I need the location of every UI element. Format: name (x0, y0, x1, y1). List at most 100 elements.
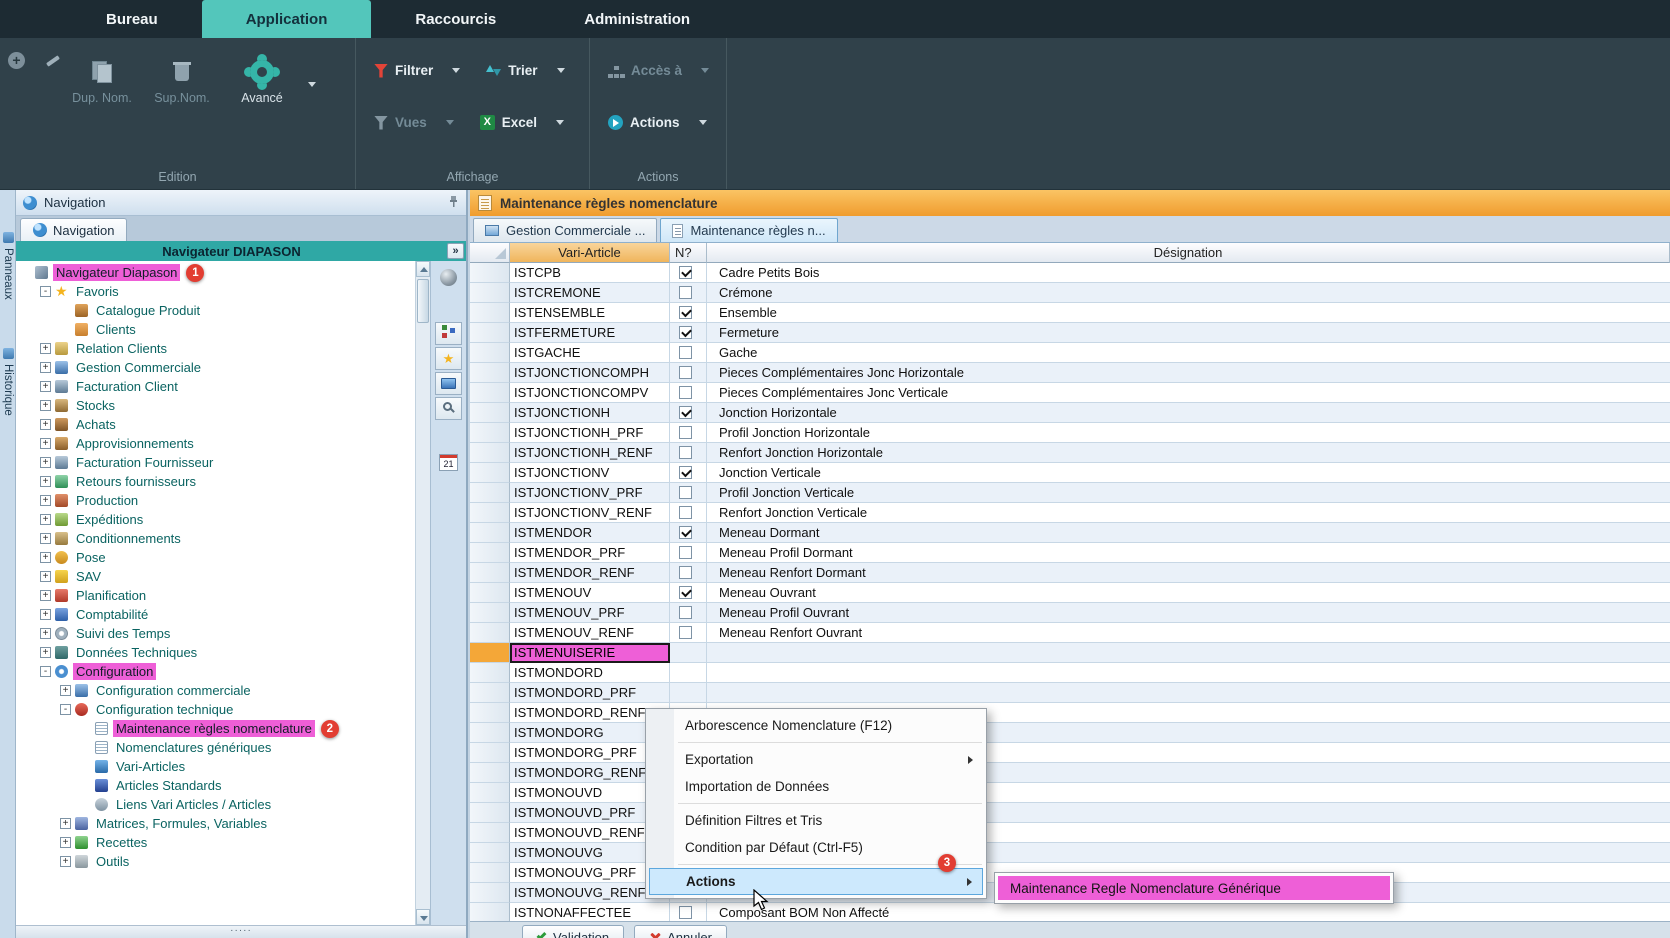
annuler-button[interactable]: Annuler (634, 925, 727, 938)
tree-item-retours-fournisseurs[interactable]: +Retours fournisseurs (16, 472, 415, 491)
tab-gestion-commerciale[interactable]: Gestion Commerciale ... (473, 218, 657, 242)
tree-item-configuration-technique[interactable]: -Configuration technique (16, 700, 415, 719)
table-row-istjonctionv-prf[interactable]: ISTJONCTIONV_PRFProfil Jonction Vertical… (470, 483, 1670, 503)
expander-plus-icon[interactable]: + (40, 400, 51, 411)
row-checkbox[interactable] (679, 406, 692, 419)
avance-button[interactable]: Avancé (226, 54, 298, 109)
menu-application[interactable]: Application (202, 0, 372, 38)
table-row-istjonctionh-renf[interactable]: ISTJONCTIONH_RENFRenfort Jonction Horizo… (470, 443, 1670, 463)
panel-splitter-handle[interactable] (16, 925, 466, 938)
excel-button[interactable]: X Excel (472, 108, 572, 137)
row-selector-cell[interactable] (470, 903, 510, 923)
acces-a-button[interactable]: Accès à (600, 56, 717, 85)
expander-plus-icon[interactable]: + (40, 590, 51, 601)
tree-item-vari-articles[interactable]: Vari-Articles (16, 757, 415, 776)
row-selector-cell[interactable] (470, 283, 510, 303)
row-selector-cell[interactable] (470, 603, 510, 623)
row-selector-cell[interactable] (470, 763, 510, 783)
expander-plus-icon[interactable]: + (40, 514, 51, 525)
scrollbar-thumb[interactable] (417, 279, 429, 323)
tab-navigation[interactable]: Navigation (20, 218, 127, 241)
row-selector-cell[interactable] (470, 783, 510, 803)
tree-item-sav[interactable]: +SAV (16, 567, 415, 586)
row-selector-cell[interactable] (470, 403, 510, 423)
row-selector-cell[interactable] (470, 583, 510, 603)
tree-item-achats[interactable]: +Achats (16, 415, 415, 434)
actions-button[interactable]: Actions (600, 108, 715, 137)
table-row-istjonctionv-renf[interactable]: ISTJONCTIONV_RENFRenfort Jonction Vertic… (470, 503, 1670, 523)
row-selector-cell[interactable] (470, 463, 510, 483)
row-selector-cell[interactable] (470, 683, 510, 703)
tree-item-configuration[interactable]: -Configuration (16, 662, 415, 681)
table-row-istmondord[interactable]: ISTMONDORD (470, 663, 1670, 683)
favorites-button[interactable]: ★ (435, 347, 462, 370)
dup-nom-button[interactable]: Dup. Nom. (66, 54, 138, 109)
row-checkbox[interactable] (679, 446, 692, 459)
tree-item-comptabilite[interactable]: +Comptabilité (16, 605, 415, 624)
calendar-button[interactable]: 21 (439, 454, 458, 471)
tree-item-recettes[interactable]: +Recettes (16, 833, 415, 852)
tree-item-maintenance-regles-nomenclature[interactable]: Maintenance règles nomenclature2 (16, 719, 415, 738)
scroll-down-icon[interactable] (416, 909, 430, 925)
trier-button[interactable]: Trier (478, 56, 572, 85)
row-selector-cell[interactable] (470, 383, 510, 403)
context-menu-item-arborescence-nomenclature-f12[interactable]: Arborescence Nomenclature (F12) (649, 712, 983, 739)
tree-item-configuration-commerciale[interactable]: +Configuration commerciale (16, 681, 415, 700)
row-checkbox[interactable] (679, 566, 692, 579)
tree-item-outils[interactable]: +Outils (16, 852, 415, 871)
row-selector-cell[interactable] (470, 343, 510, 363)
tree-item-favoris[interactable]: -Favoris (16, 282, 415, 301)
row-checkbox[interactable] (679, 286, 692, 299)
context-menu-item-importation-de-donnees[interactable]: Importation de Données (649, 773, 983, 800)
expander-plus-icon[interactable]: + (40, 343, 51, 354)
row-checkbox[interactable] (679, 546, 692, 559)
search-button[interactable] (435, 397, 462, 420)
validation-button[interactable]: Validation (522, 925, 624, 938)
row-selector-cell[interactable] (470, 863, 510, 883)
screens-button[interactable] (435, 372, 462, 395)
row-checkbox[interactable] (679, 386, 692, 399)
table-row-istjonctioncomph[interactable]: ISTJONCTIONCOMPHPieces Complémentaires J… (470, 363, 1670, 383)
row-selector-cell[interactable] (470, 263, 510, 283)
select-all-header[interactable] (470, 243, 510, 263)
tree-item-liens-vari-articles-articles[interactable]: Liens Vari Articles / Articles (16, 795, 415, 814)
tree-item-suivi-des-temps[interactable]: +Suivi des Temps (16, 624, 415, 643)
table-row-istmendor[interactable]: ISTMENDORMeneau Dormant (470, 523, 1670, 543)
add-icon[interactable]: + (8, 52, 25, 69)
tree-item-production[interactable]: +Production (16, 491, 415, 510)
tree-item-nomenclatures-generiques[interactable]: Nomenclatures génériques (16, 738, 415, 757)
row-selector-cell[interactable] (470, 883, 510, 903)
row-selector-cell[interactable] (470, 803, 510, 823)
tree-item-gestion-commerciale[interactable]: +Gestion Commerciale (16, 358, 415, 377)
table-row-istmenuiserie[interactable]: ISTMENUISERIE (470, 643, 1670, 663)
row-selector-cell[interactable] (470, 843, 510, 863)
row-checkbox[interactable] (679, 306, 692, 319)
row-selector-cell[interactable] (470, 743, 510, 763)
tree-item-clients[interactable]: Clients (16, 320, 415, 339)
scroll-up-icon[interactable] (416, 261, 430, 277)
row-checkbox[interactable] (679, 526, 692, 539)
row-checkbox[interactable] (679, 346, 692, 359)
tree-item-donnees-techniques[interactable]: +Données Techniques (16, 643, 415, 662)
dock-tab-historique[interactable]: Historique (0, 348, 16, 416)
row-checkbox[interactable] (679, 426, 692, 439)
row-checkbox[interactable] (679, 606, 692, 619)
table-row-istmenouv[interactable]: ISTMENOUVMeneau Ouvrant (470, 583, 1670, 603)
tree-item-catalogue-produit[interactable]: Catalogue Produit (16, 301, 415, 320)
table-row-istjonctionh[interactable]: ISTJONCTIONHJonction Horizontale (470, 403, 1670, 423)
row-checkbox[interactable] (679, 266, 692, 279)
row-selector-cell[interactable] (470, 823, 510, 843)
row-selector-cell[interactable] (470, 623, 510, 643)
menu-administration[interactable]: Administration (540, 0, 734, 38)
expander-plus-icon[interactable]: + (40, 571, 51, 582)
dock-tab-panneaux[interactable]: Panneaux (0, 232, 16, 300)
submenu-item-maintenance-regle[interactable]: Maintenance Regle Nomenclature Générique (998, 876, 1390, 900)
sup-nom-button[interactable]: Sup.Nom. (146, 54, 218, 109)
row-checkbox[interactable] (679, 586, 692, 599)
expander-plus-icon[interactable]: + (60, 837, 71, 848)
expander-plus-icon[interactable]: + (40, 362, 51, 373)
table-row-istjonctioncompv[interactable]: ISTJONCTIONCOMPVPieces Complémentaires J… (470, 383, 1670, 403)
expander-minus-icon[interactable]: - (60, 704, 71, 715)
tree-item-facturation-client[interactable]: +Facturation Client (16, 377, 415, 396)
tree-item-approvisionnements[interactable]: +Approvisionnements (16, 434, 415, 453)
